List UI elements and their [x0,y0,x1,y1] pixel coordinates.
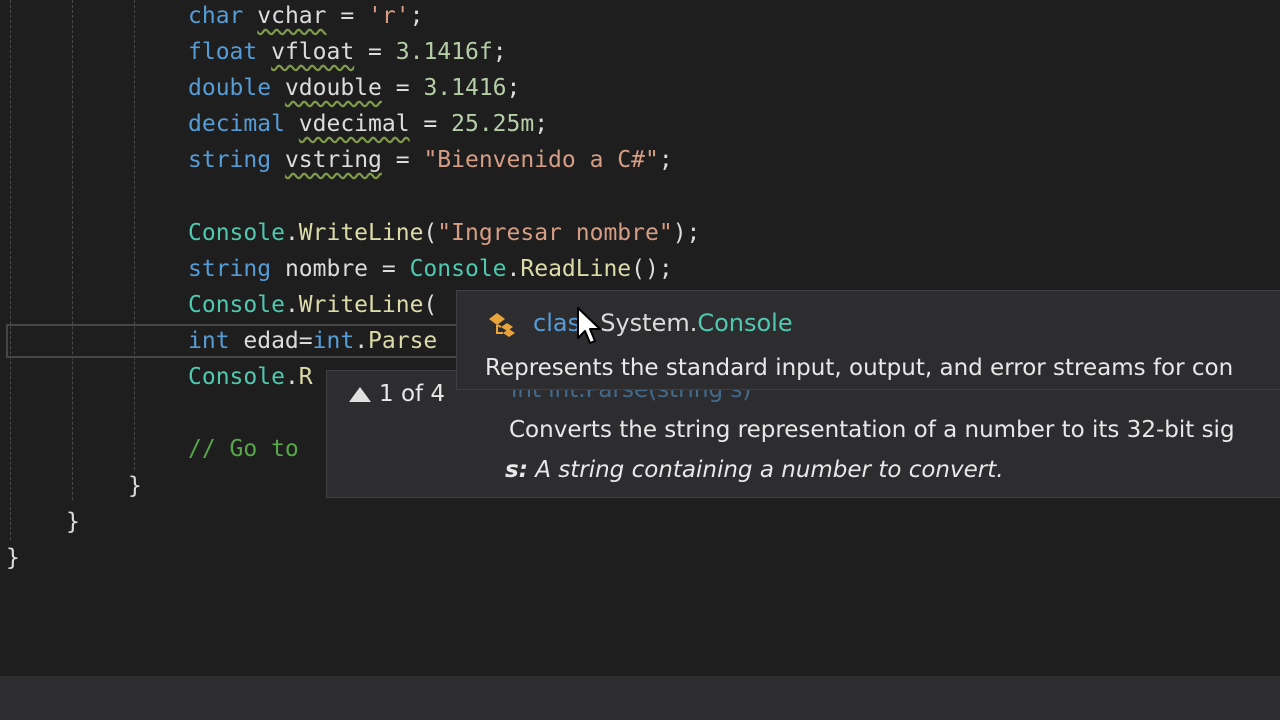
class-name: Console [188,220,285,246]
method-name: Parse [368,328,438,354]
class-name: Console [409,256,507,282]
identifier: vfloat [271,39,355,65]
parameter-description: s: A string containing a number to conve… [505,457,1004,483]
number-literal: 3.1416f [395,39,493,65]
code-line[interactable]: Console.WriteLine( [188,287,437,323]
code-line[interactable]: char vchar = 'r'; [188,0,423,34]
code-line[interactable]: Console.R [188,359,313,395]
overload-counter: 1 of 4 [379,381,446,407]
identifier: edad= [229,328,313,354]
string-literal: "Bienvenido a C#" [423,147,659,173]
closing-brace: } [66,509,80,535]
semicolon: ; [658,147,673,173]
indent-guide [134,0,135,470]
number-literal: 25.25m [451,111,535,137]
code-line[interactable]: double vdouble = 3.1416; [188,70,520,106]
semicolon: ; [409,3,424,29]
keyword: decimal [188,111,285,137]
dot: . [284,364,299,390]
class-name: Console [188,292,285,318]
code-line[interactable]: string nombre = Console.ReadLine(); [188,251,673,287]
indent-guide [72,0,73,500]
keyword: float [188,39,258,65]
code-line[interactable]: Console.WriteLine("Ingresar nombre"); [188,215,700,251]
dot: . [506,256,521,282]
identifier: vdecimal [298,111,410,137]
keyword: string [188,256,272,282]
operator: = [381,75,424,101]
paren: ( [423,292,438,318]
semicolon: ; [492,39,507,65]
operator: = [326,3,369,29]
string-literal: "Ingresar nombre" [437,220,673,246]
dot: . [284,220,299,246]
keyword: int [188,328,230,354]
method-name: ReadLine [520,256,632,282]
number-literal: 3.1416 [423,75,507,101]
class-icon [489,313,515,337]
mouse-cursor-icon [577,307,601,344]
dot: . [284,292,299,318]
status-bar [0,676,1280,720]
code-comment[interactable]: // Go to [188,431,313,467]
method-name: WriteLine [298,292,424,318]
paren: (); [631,256,673,282]
identifier: vstring [284,147,382,173]
code-editor[interactable]: char vchar = 'r'; float vfloat = 3.1416f… [0,0,1280,676]
closing-brace: } [6,545,20,571]
semicolon: ; [506,75,521,101]
identifier: vchar [257,3,327,29]
paren: ( [423,220,438,246]
namespace: System. [600,309,698,337]
char-literal: 'r' [368,3,410,29]
code-line[interactable]: float vfloat = 3.1416f; [188,34,507,70]
dot: . [354,328,369,354]
method-name: WriteLine [298,220,424,246]
code-line[interactable]: string vstring = "Bienvenido a C#"; [188,142,673,178]
class-name: Console [188,364,285,390]
code-line[interactable]: int edad=int.Parse [188,323,437,359]
arrow-up-icon[interactable] [349,386,371,402]
identifier: vdouble [284,75,382,101]
keyword: int [312,328,355,354]
paren: ); [672,220,701,246]
code-line[interactable]: decimal vdecimal = 25.25m; [188,106,548,142]
keyword: char [188,3,244,29]
parameter-text: A string containing a number to convert. [527,457,1004,483]
closing-brace: } [128,473,142,499]
symbol-description: Represents the standard input, output, a… [485,355,1234,381]
operator: = [409,111,452,137]
symbol-name[interactable]: Console [697,309,792,337]
identifier: nombre = [271,256,410,282]
overload-navigator[interactable]: 1 of 4 [349,381,445,407]
symbol-title: class System.Console [533,309,793,337]
indent-guide [10,0,11,540]
keyword: double [188,75,272,101]
keyword: string [188,147,272,173]
operator: = [354,39,396,65]
parameter-name: s: [505,457,528,483]
method-description: Converts the string representation of a … [509,417,1235,443]
operator: = [381,147,424,173]
semicolon: ; [534,111,549,137]
method-name: R [298,364,313,390]
